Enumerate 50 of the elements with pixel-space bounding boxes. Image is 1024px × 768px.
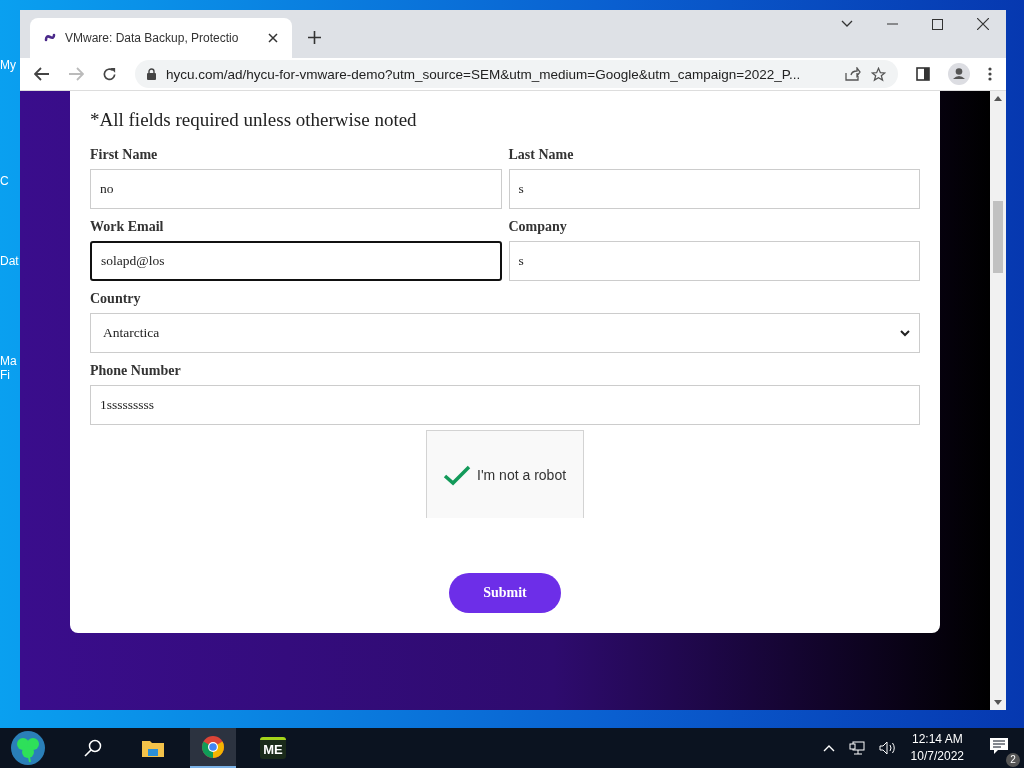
- field-label: Phone Number: [90, 363, 182, 379]
- new-tab-icon[interactable]: [308, 31, 321, 44]
- field-label: Last Name: [508, 147, 575, 163]
- clock-time[interactable]: 12:14 AM: [911, 731, 963, 748]
- form-note: *All fields required unless otherwise noted: [90, 109, 418, 131]
- speaker-icon[interactable]: [878, 741, 897, 755]
- country-dropdown[interactable]: Antarctica: [90, 313, 920, 353]
- lock-icon: [147, 68, 156, 80]
- caret-up-icon[interactable]: [822, 744, 835, 752]
- input-field[interactable]: no: [90, 169, 502, 209]
- notification-icon[interactable]: [990, 737, 1008, 755]
- clover-icon: [10, 730, 46, 766]
- taskbar-app[interactable]: [190, 728, 236, 768]
- menu-icon[interactable]: [988, 67, 992, 81]
- clock-date[interactable]: 10/7/2022: [910, 748, 964, 765]
- captcha-label: I'm not a robot: [477, 466, 567, 483]
- notification-badge: 2: [1006, 752, 1020, 767]
- close-icon[interactable]: [977, 18, 989, 30]
- star-icon[interactable]: [871, 66, 886, 82]
- chevron-down-icon[interactable]: [841, 20, 853, 28]
- address-bar[interactable]: hycu.com/ad/hycu-for-vmware-demo?utm_source=SEM&utm_medium=Google&utm_campaign=2022_P...: [135, 60, 898, 88]
- chevron-down-icon: [900, 329, 910, 337]
- input-field[interactable]: solapd@los: [90, 241, 502, 281]
- side-panel-icon[interactable]: [916, 67, 930, 81]
- input-field[interactable]: s: [508, 169, 920, 209]
- field-label: Company: [508, 219, 568, 235]
- input-field[interactable]: 1sssssssss: [90, 385, 920, 425]
- submit-button[interactable]: Submit: [449, 573, 561, 613]
- taskbar-app[interactable]: ME: [250, 728, 296, 768]
- scroll-up-icon[interactable]: [994, 96, 1002, 101]
- chrome-icon: [202, 736, 224, 758]
- close-icon[interactable]: [268, 33, 278, 43]
- scroll-down-icon[interactable]: [994, 700, 1002, 705]
- checkmark-icon[interactable]: [443, 463, 471, 486]
- field-label: Work Email: [90, 219, 165, 235]
- field-label: First Name: [90, 147, 159, 163]
- network-icon[interactable]: [848, 740, 865, 756]
- reload-icon[interactable]: [102, 66, 117, 82]
- input-field[interactable]: s: [508, 241, 920, 281]
- folder-icon: [142, 739, 164, 757]
- back-arrow-icon[interactable]: [34, 67, 50, 81]
- share-icon[interactable]: [845, 67, 861, 81]
- maximize-icon[interactable]: [932, 18, 943, 30]
- field-label: Country: [90, 291, 142, 307]
- browser-tab[interactable]: VMware: Data Backup, Protectio: [30, 18, 292, 58]
- search-icon: [84, 739, 102, 757]
- scroll-thumb[interactable]: [993, 201, 1003, 273]
- scrollbar[interactable]: [990, 91, 1006, 710]
- logo-icon: [44, 32, 56, 44]
- profile-icon[interactable]: [948, 63, 970, 85]
